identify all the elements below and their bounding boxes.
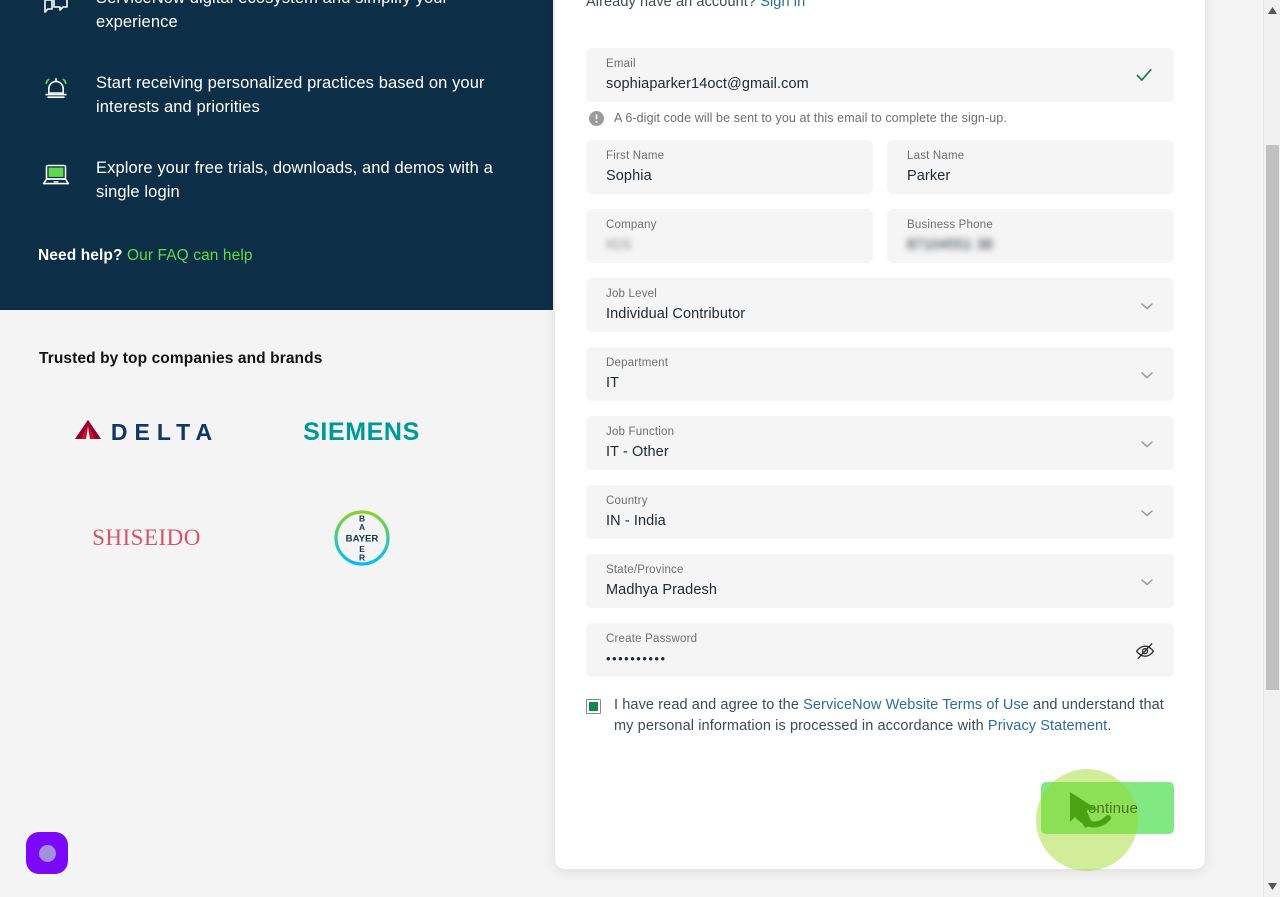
job-level-label: Job Level — [606, 288, 658, 300]
last-name-field[interactable]: Last Name Parker — [887, 140, 1174, 194]
chevron-down-icon[interactable] — [1139, 298, 1155, 314]
shiseido-wordmark: SHISEIDO — [92, 524, 201, 550]
logo-delta: DELTA — [74, 419, 219, 446]
trusted-by-section: Trusted by top companies and brands DELT… — [0, 310, 553, 897]
chevron-down-icon[interactable] — [1139, 436, 1155, 452]
job-function-value: IT - Other — [606, 444, 669, 460]
state-province-value: Madhya Pradesh — [606, 582, 718, 598]
create-password-field[interactable]: Create Password •••••••••• — [586, 623, 1174, 677]
benefit-text: Start receiving personalized practices b… — [96, 74, 485, 116]
chevron-down-icon[interactable] — [1139, 574, 1155, 590]
svg-text:BAYER: BAYER — [345, 533, 378, 544]
terms-checkbox[interactable] — [586, 699, 601, 714]
job-level-select[interactable]: Job Level Individual Contributor — [586, 278, 1174, 332]
benefit-item: ServiceNow digital ecosystem and simplif… — [38, 0, 508, 34]
info-icon — [589, 111, 604, 126]
department-label: Department — [606, 357, 669, 369]
valid-check-icon — [1134, 65, 1154, 85]
last-name-label: Last Name — [907, 150, 965, 162]
terms-text-part3: . — [1107, 718, 1112, 734]
bell-icon — [38, 71, 74, 107]
faq-link[interactable]: Our FAQ can help — [127, 247, 253, 264]
country-select[interactable]: Country IN - India — [586, 485, 1174, 539]
job-function-label: Job Function — [606, 426, 675, 438]
first-name-value: Sophia — [606, 168, 652, 184]
chevron-down-icon[interactable] — [1139, 367, 1155, 383]
scrollbar-thumb[interactable] — [1266, 145, 1279, 690]
email-label: Email — [606, 58, 636, 70]
delta-wordmark: DELTA — [110, 419, 220, 445]
signup-form-card: Already have an account? Sign in Email s… — [555, 0, 1205, 869]
signin-prompt: Already have an account? Sign in — [586, 0, 805, 10]
job-level-value: Individual Contributor — [606, 306, 746, 322]
need-help: Need help? Our FAQ can help — [38, 247, 253, 265]
benefit-text: ServiceNow digital ecosystem and simplif… — [96, 0, 448, 31]
last-name-value: Parker — [907, 168, 951, 184]
email-field[interactable]: Email sophiaparker14oct@gmail.com — [586, 48, 1174, 102]
speech-bubble-icon — [38, 0, 74, 22]
page-root: ServiceNow digital ecosystem and simplif… — [0, 0, 1280, 897]
terms-agreement-row: I have read and agree to the ServiceNow … — [586, 695, 1174, 737]
benefit-text: Explore your free trials, downloads, and… — [96, 159, 493, 201]
state-province-label: State/Province — [606, 564, 684, 576]
svg-text:A: A — [358, 522, 364, 532]
state-province-select[interactable]: State/Province Madhya Pradesh — [586, 554, 1174, 608]
department-select[interactable]: Department IT — [586, 347, 1174, 401]
benefits-list: ServiceNow digital ecosystem and simplif… — [38, 0, 508, 239]
business-phone-value: 87104551 38 — [907, 237, 993, 253]
job-function-select[interactable]: Job Function IT - Other — [586, 416, 1174, 470]
logo-bayer: B A BAYER E R — [333, 509, 391, 567]
logo-siemens: SIEMENS — [303, 418, 420, 447]
record-dot-icon — [38, 844, 56, 862]
delta-triangle-icon — [74, 419, 102, 446]
page-scrollbar[interactable] — [1263, 0, 1280, 897]
email-hint-text: A 6-digit code will be sent to you at th… — [614, 111, 1007, 125]
business-phone-label: Business Phone — [907, 219, 993, 231]
first-name-label: First Name — [606, 150, 665, 162]
bayer-cross-icon: B A BAYER E R — [333, 509, 391, 567]
sign-in-link[interactable]: Sign in — [760, 0, 805, 10]
benefits-panel: ServiceNow digital ecosystem and simplif… — [0, 0, 553, 310]
company-value: IGS — [606, 237, 632, 253]
need-help-label: Need help? — [38, 247, 123, 264]
email-hint: A 6-digit code will be sent to you at th… — [589, 110, 1174, 126]
name-row: First Name Sophia Last Name Parker — [586, 140, 1174, 209]
privacy-statement-link[interactable]: Privacy Statement — [988, 718, 1107, 734]
logo-shiseido: SHISEIDO — [92, 525, 201, 551]
eye-off-icon[interactable] — [1134, 640, 1156, 662]
first-name-field[interactable]: First Name Sophia — [586, 140, 873, 194]
benefit-item: Explore your free trials, downloads, and… — [38, 154, 508, 204]
benefit-item: Start receiving personalized practices b… — [38, 69, 508, 119]
terms-text: I have read and agree to the ServiceNow … — [614, 695, 1174, 737]
department-value: IT — [606, 375, 620, 391]
terms-text-part1: I have read and agree to the — [614, 697, 804, 713]
country-label: Country — [606, 495, 648, 507]
company-field[interactable]: Company IGS — [586, 209, 873, 263]
assistant-widget-button[interactable] — [26, 832, 68, 874]
create-password-value: •••••••••• — [606, 651, 667, 666]
terms-of-use-link[interactable]: ServiceNow Website Terms of Use — [803, 697, 1029, 713]
create-password-label: Create Password — [606, 633, 698, 645]
scroll-up-arrow-icon[interactable] — [1264, 2, 1280, 19]
company-row: Company IGS Business Phone 87104551 38 — [586, 209, 1174, 278]
siemens-wordmark: SIEMENS — [303, 418, 420, 446]
continue-button[interactable]: Continue — [1041, 782, 1174, 834]
signin-prompt-text: Already have an account? — [586, 0, 757, 10]
form-fields: Email sophiaparker14oct@gmail.com A 6-di… — [586, 48, 1174, 737]
svg-text:R: R — [358, 552, 364, 562]
business-phone-field[interactable]: Business Phone 87104551 38 — [887, 209, 1174, 263]
country-value: IN - India — [606, 513, 666, 529]
company-label: Company — [606, 219, 657, 231]
scroll-down-arrow-icon[interactable] — [1264, 878, 1280, 895]
trusted-by-title: Trusted by top companies and brands — [39, 350, 323, 367]
chevron-down-icon[interactable] — [1139, 505, 1155, 521]
laptop-icon — [38, 156, 74, 192]
email-value: sophiaparker14oct@gmail.com — [606, 76, 809, 92]
brand-logo-grid: DELTA SIEMENS SHISEIDO B A BAYER E R — [39, 380, 469, 590]
